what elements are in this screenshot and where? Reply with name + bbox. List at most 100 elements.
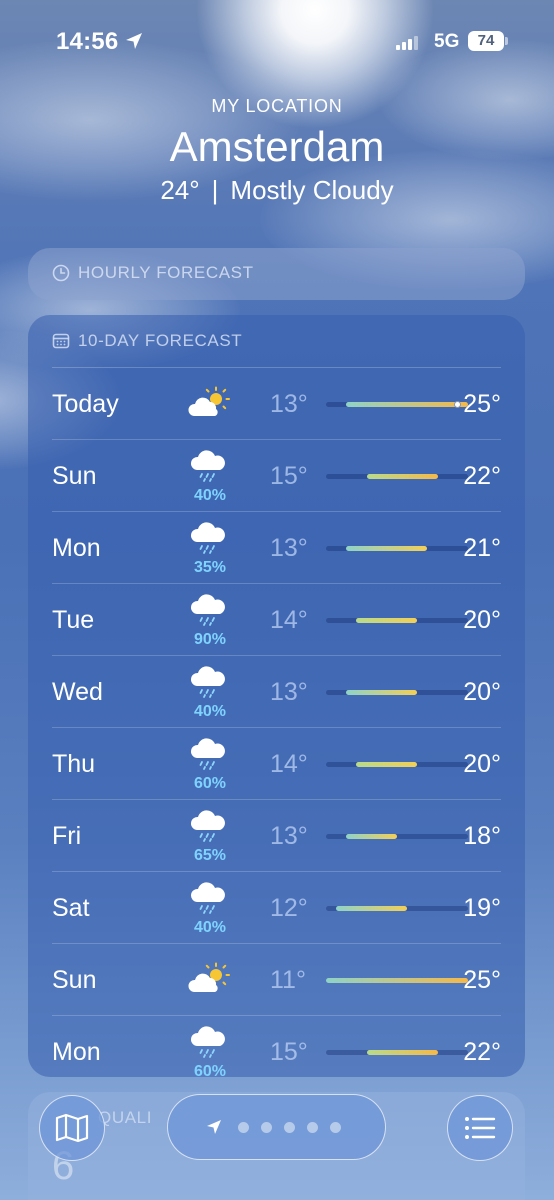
current-temperature: 24° — [160, 175, 200, 205]
high-temperature: 22° — [463, 1038, 501, 1066]
rain-cloud-icon — [188, 808, 232, 844]
low-temperature: 13° — [270, 390, 308, 418]
forecast-day: Today — [52, 390, 119, 418]
page-dot[interactable] — [284, 1121, 295, 1133]
forecast-row: Tue 90% 14° 20° — [52, 584, 501, 656]
status-bar: 14:56 5G 74 — [0, 0, 554, 84]
page-dot[interactable] — [307, 1121, 318, 1133]
clock-icon — [52, 264, 70, 282]
temperature-range-track — [326, 834, 468, 839]
temperature-range-bar — [346, 402, 468, 407]
ten-day-forecast-panel[interactable]: 10-DAY FORECAST Today 13° 25° Sun 40% 15° 22° M… — [28, 315, 525, 1080]
temperature-range-track — [326, 978, 468, 983]
high-temperature: 22° — [463, 462, 501, 490]
temperature-range-bar — [366, 1050, 438, 1055]
low-temperature: 13° — [270, 678, 308, 706]
high-temperature: 18° — [463, 822, 501, 850]
signal-icon — [396, 36, 418, 50]
forecast-list: Today 13° 25° Sun 40% 15° 22° Mon 35% 13° 21° Tue 90… — [28, 368, 525, 1087]
air-quality-title: QUALI — [98, 1108, 153, 1127]
high-temperature: 19° — [463, 894, 501, 922]
forecast-day: Sun — [52, 462, 97, 490]
forecast-day: Sun — [52, 966, 97, 994]
summary-separator: | — [211, 175, 219, 205]
list-icon — [465, 1117, 496, 1139]
map-button[interactable] — [39, 1095, 105, 1161]
high-temperature: 25° — [463, 966, 501, 994]
location-label: MY LOCATION — [211, 96, 343, 116]
map-icon — [55, 1113, 89, 1143]
forecast-row: Today 13° 25° — [52, 368, 501, 440]
precipitation-chance: 65% — [193, 847, 227, 864]
location-arrow-icon — [126, 33, 142, 49]
temperature-range-track — [326, 690, 468, 695]
page-dot[interactable] — [238, 1121, 249, 1133]
low-temperature: 13° — [270, 534, 308, 562]
forecast-row: Sun 11° 25° — [52, 944, 501, 1016]
current-condition: Mostly Cloudy — [230, 175, 394, 205]
rain-cloud-icon — [188, 736, 232, 772]
temperature-range-track — [326, 762, 468, 767]
weather-summary: 24° | Mostly Cloudy — [0, 175, 554, 206]
high-temperature: 20° — [463, 750, 501, 778]
forecast-day: Tue — [52, 606, 95, 634]
forecast-day: Thu — [52, 750, 96, 778]
forecast-row: Mon 35% 13° 21° — [52, 512, 501, 584]
page-dot[interactable] — [261, 1121, 272, 1133]
page-indicator[interactable] — [167, 1094, 386, 1160]
forecast-day: Mon — [52, 534, 101, 562]
rain-cloud-icon — [188, 1024, 232, 1060]
low-temperature: 13° — [270, 822, 308, 850]
low-temperature: 15° — [270, 1038, 308, 1066]
precipitation-chance: 40% — [193, 487, 227, 504]
temperature-range-track — [326, 618, 468, 623]
rain-cloud-icon — [188, 664, 232, 700]
high-temperature: 25° — [463, 390, 501, 418]
rain-cloud-icon — [188, 520, 232, 556]
precipitation-chance: 60% — [193, 1063, 227, 1080]
high-temperature: 20° — [463, 606, 501, 634]
forecast-row: Mon 60% 15° 22° — [52, 1016, 501, 1087]
hourly-forecast-title: HOURLY FORECAST — [52, 263, 254, 283]
forecast-row: Wed 40% 13° 20° — [52, 656, 501, 728]
location-arrow-icon — [207, 1120, 221, 1134]
status-time: 14:56 — [56, 28, 119, 55]
forecast-day: Fri — [52, 822, 82, 850]
temperature-range-bar — [356, 762, 418, 767]
ten-day-forecast-title: 10-DAY FORECAST — [52, 331, 242, 351]
temperature-range-track — [326, 474, 468, 479]
precipitation-chance: 60% — [193, 775, 227, 792]
rain-cloud-icon — [188, 880, 232, 916]
low-temperature: 11° — [270, 966, 306, 994]
hourly-forecast-label: HOURLY FORECAST — [78, 263, 254, 282]
temperature-range-track — [326, 906, 468, 911]
temperature-range-bar — [346, 546, 428, 551]
city-name: Amsterdam — [169, 123, 385, 170]
high-temperature: 21° — [463, 534, 501, 562]
ten-day-forecast-label: 10-DAY FORECAST — [78, 331, 243, 350]
temperature-range-track — [326, 401, 468, 408]
temperature-range-bar — [346, 690, 418, 695]
precipitation-chance: 40% — [193, 919, 227, 936]
precipitation-chance: 40% — [193, 703, 227, 720]
forecast-day: Sat — [52, 894, 90, 922]
calendar-icon — [52, 333, 70, 349]
precipitation-chance: 90% — [193, 631, 227, 648]
temperature-range-bar — [326, 978, 468, 983]
low-temperature: 12° — [270, 894, 308, 922]
low-temperature: 14° — [270, 606, 308, 634]
forecast-day: Mon — [52, 1038, 101, 1066]
network-type: 5G — [434, 31, 460, 52]
temperature-range-bar — [356, 618, 418, 623]
location-list-button[interactable] — [447, 1095, 513, 1161]
sun-behind-cloud-icon — [188, 962, 232, 998]
temperature-range-bar — [346, 834, 397, 839]
page-dot[interactable] — [330, 1121, 341, 1133]
forecast-day: Wed — [52, 678, 103, 706]
temperature-range-track — [326, 1050, 468, 1055]
hourly-forecast-panel[interactable]: HOURLY FORECAST — [28, 248, 525, 300]
location-header: MY LOCATION Amsterdam 24° | Mostly Cloudy — [0, 96, 554, 206]
sun-behind-cloud-icon — [188, 386, 232, 422]
forecast-row: Fri 65% 13° 18° — [52, 800, 501, 872]
rain-cloud-icon — [188, 448, 232, 484]
